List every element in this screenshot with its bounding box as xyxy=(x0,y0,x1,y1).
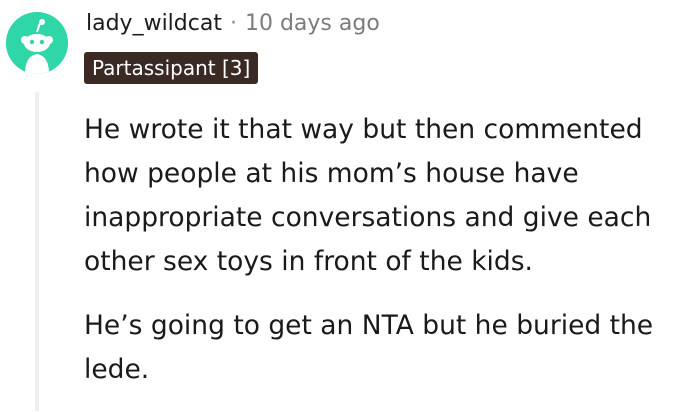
author-username[interactable]: lady_wildcat xyxy=(86,11,222,36)
comment: lady_wildcat · 10 days ago Partassipant … xyxy=(0,0,700,411)
user-flair: Partassipant [3] xyxy=(84,52,259,84)
comment-timestamp[interactable]: 10 days ago xyxy=(245,11,380,36)
comment-body: He wrote it that way but then commented … xyxy=(84,108,694,412)
avatar[interactable] xyxy=(6,12,68,74)
comment-paragraph: He’s going to get an NTA but he buried t… xyxy=(84,310,654,385)
snoo-avatar-icon xyxy=(6,12,68,74)
thread-line[interactable] xyxy=(35,92,39,411)
comment-paragraph: He wrote it that way but then commented … xyxy=(84,114,652,277)
comment-header: lady_wildcat · 10 days ago xyxy=(86,6,380,40)
meta-separator: · xyxy=(229,10,237,36)
